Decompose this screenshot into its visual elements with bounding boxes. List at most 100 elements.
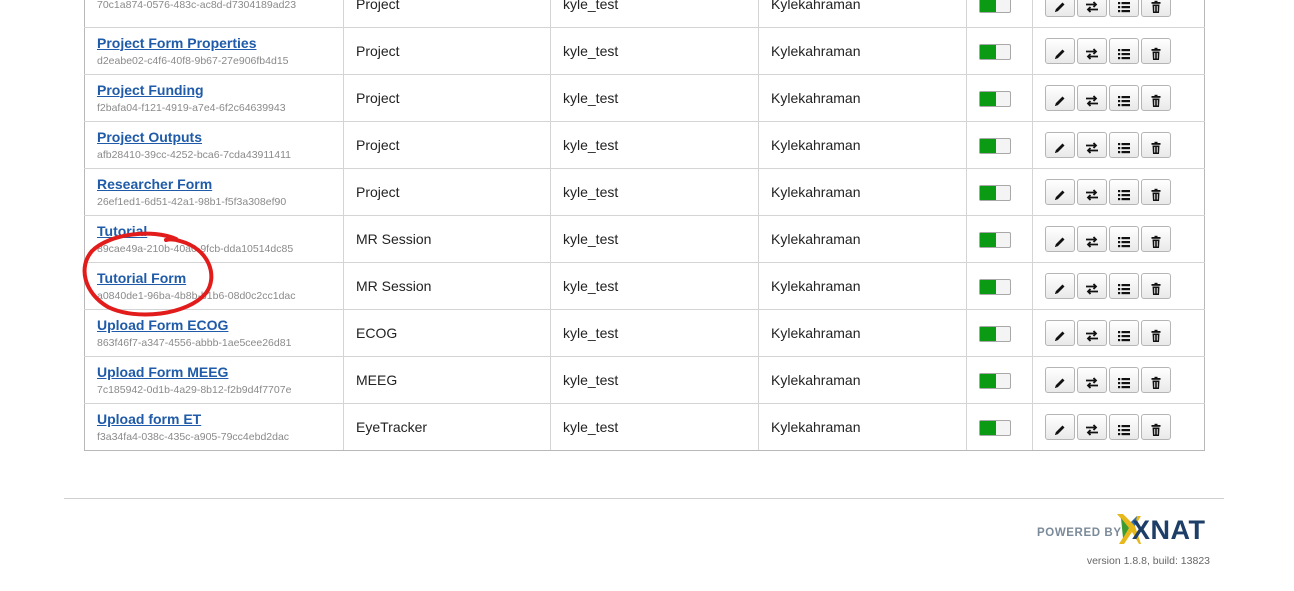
table-row: 70c1a874-0576-483c-ac8d-d7304189ad23 Pro… — [84, 0, 1205, 28]
enabled-toggle[interactable] — [979, 419, 1011, 436]
form-enabled-cell — [966, 27, 1033, 75]
pencil-icon — [1055, 190, 1065, 200]
edit-button[interactable] — [1045, 132, 1075, 158]
reorder-button[interactable] — [1077, 132, 1107, 158]
edit-button[interactable] — [1045, 85, 1075, 111]
view-list-button[interactable] — [1109, 226, 1139, 252]
form-user-cell: kyle_test — [550, 356, 759, 404]
view-list-button[interactable] — [1109, 179, 1139, 205]
form-title-link[interactable]: Project Funding — [97, 82, 331, 99]
reorder-button[interactable] — [1077, 320, 1107, 346]
edit-button[interactable] — [1045, 179, 1075, 205]
table-row: Project Outputs afb28410-39cc-4252-bca6-… — [84, 121, 1205, 169]
form-enabled-cell — [966, 262, 1033, 310]
powered-by-xnat[interactable]: POWERED BY XNAT — [1037, 512, 1217, 552]
toggle-knob — [980, 326, 996, 341]
view-list-button[interactable] — [1109, 273, 1139, 299]
form-title-link[interactable]: Researcher Form — [97, 176, 331, 193]
enabled-toggle[interactable] — [979, 231, 1011, 248]
list-icon — [1118, 283, 1130, 294]
form-enabled-cell — [966, 121, 1033, 169]
pencil-icon — [1055, 49, 1065, 59]
form-enabled-cell — [966, 215, 1033, 263]
view-list-button[interactable] — [1109, 367, 1139, 393]
delete-button[interactable] — [1141, 179, 1171, 205]
edit-button[interactable] — [1045, 38, 1075, 64]
form-title-link[interactable]: Tutorial Form — [97, 270, 331, 287]
form-enabled-cell — [966, 0, 1033, 28]
edit-button[interactable] — [1045, 226, 1075, 252]
delete-button[interactable] — [1141, 226, 1171, 252]
forms-table: 70c1a874-0576-483c-ac8d-d7304189ad23 Pro… — [84, 0, 1205, 451]
trash-icon — [1151, 282, 1161, 295]
view-list-button[interactable] — [1109, 132, 1139, 158]
xnat-brand: XNAT — [1132, 515, 1206, 545]
delete-button[interactable] — [1141, 85, 1171, 111]
edit-button[interactable] — [1045, 0, 1075, 17]
edit-button[interactable] — [1045, 367, 1075, 393]
form-id: 26ef1ed1-6d51-42a1-98b1-f5f3a308ef90 — [97, 195, 287, 208]
form-title-link[interactable]: Upload Form ECOG — [97, 317, 331, 334]
view-list-button[interactable] — [1109, 414, 1139, 440]
table-row: Upload Form ECOG 863f46f7-a347-4556-abbb… — [84, 309, 1205, 357]
enabled-toggle[interactable] — [979, 90, 1011, 107]
enabled-toggle[interactable] — [979, 0, 1011, 13]
form-owner-cell: Kylekahraman — [758, 0, 967, 28]
form-actions-cell — [1032, 215, 1205, 263]
enabled-toggle[interactable] — [979, 184, 1011, 201]
pencil-icon — [1055, 143, 1065, 153]
form-title-link[interactable]: Project Outputs — [97, 129, 331, 146]
form-title-link[interactable]: Upload form ET — [97, 411, 331, 428]
form-enabled-cell — [966, 309, 1033, 357]
form-owner-cell: Kylekahraman — [758, 121, 967, 169]
reorder-button[interactable] — [1077, 273, 1107, 299]
trash-icon — [1151, 94, 1161, 107]
reorder-button[interactable] — [1077, 226, 1107, 252]
view-list-button[interactable] — [1109, 0, 1139, 17]
delete-button[interactable] — [1141, 273, 1171, 299]
toggle-knob — [980, 44, 996, 59]
trash-icon — [1151, 329, 1161, 342]
view-list-button[interactable] — [1109, 85, 1139, 111]
delete-button[interactable] — [1141, 367, 1171, 393]
delete-button[interactable] — [1141, 38, 1171, 64]
edit-button[interactable] — [1045, 414, 1075, 440]
view-list-button[interactable] — [1109, 38, 1139, 64]
delete-button[interactable] — [1141, 0, 1171, 17]
enabled-toggle[interactable] — [979, 325, 1011, 342]
reorder-button[interactable] — [1077, 38, 1107, 64]
form-user-cell: kyle_test — [550, 168, 759, 216]
reorder-button[interactable] — [1077, 0, 1107, 17]
form-name-cell: Project Form Properties d2eabe02-c4f6-40… — [84, 27, 344, 75]
form-title-link[interactable]: Tutorial — [97, 223, 331, 240]
edit-button[interactable] — [1045, 320, 1075, 346]
form-title-link[interactable]: Project Form Properties — [97, 35, 331, 52]
form-id: a0840de1-96ba-4b8b-b1b6-08d0c2cc1dac — [97, 289, 296, 302]
reorder-button[interactable] — [1077, 85, 1107, 111]
delete-button[interactable] — [1141, 320, 1171, 346]
list-icon — [1118, 189, 1130, 200]
toggle-knob — [980, 138, 996, 153]
enabled-toggle[interactable] — [979, 278, 1011, 295]
form-type-cell: MEEG — [343, 356, 551, 404]
form-id: 863f46f7-a347-4556-abbb-1ae5cee26d81 — [97, 336, 292, 349]
delete-button[interactable] — [1141, 414, 1171, 440]
edit-button[interactable] — [1045, 273, 1075, 299]
form-title-link[interactable]: Upload Form MEEG — [97, 364, 331, 381]
enabled-toggle[interactable] — [979, 372, 1011, 389]
form-user-cell: kyle_test — [550, 403, 759, 451]
table-row: Project Form Properties d2eabe02-c4f6-40… — [84, 27, 1205, 75]
reorder-button[interactable] — [1077, 179, 1107, 205]
list-icon — [1118, 424, 1130, 435]
pencil-icon — [1055, 378, 1065, 388]
delete-button[interactable] — [1141, 132, 1171, 158]
enabled-toggle[interactable] — [979, 137, 1011, 154]
reorder-button[interactable] — [1077, 414, 1107, 440]
table-row: Upload form ET f3a34fa4-038c-435c-a905-7… — [84, 403, 1205, 451]
form-user-cell: kyle_test — [550, 0, 759, 28]
form-name-cell: Upload form ET f3a34fa4-038c-435c-a905-7… — [84, 403, 344, 451]
view-list-button[interactable] — [1109, 320, 1139, 346]
form-enabled-cell — [966, 74, 1033, 122]
enabled-toggle[interactable] — [979, 43, 1011, 60]
reorder-button[interactable] — [1077, 367, 1107, 393]
